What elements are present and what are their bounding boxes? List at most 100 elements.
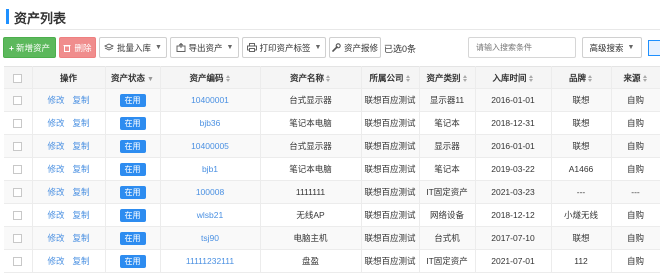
source-cell: ---: [611, 180, 660, 204]
column-header[interactable]: 资产类别: [419, 66, 476, 89]
copy-link[interactable]: 复制: [73, 95, 90, 105]
copy-link[interactable]: 复制: [73, 141, 90, 151]
status-badge: 在用: [119, 116, 146, 130]
add-asset-button[interactable]: + 新增资产: [3, 37, 56, 58]
table-row[interactable]: 修改 复制 在用 bjb36 笔记本电脑 联想百应测试 笔记本 2018-12-3…: [4, 111, 660, 135]
company-cell: 联想百应测试: [361, 249, 420, 273]
source-cell: 自购: [611, 203, 660, 227]
row-checkbox[interactable]: [13, 188, 23, 198]
edit-link[interactable]: 修改: [47, 118, 64, 128]
edit-link[interactable]: 修改: [47, 233, 64, 243]
asset-code-link[interactable]: 11111232111: [186, 256, 234, 266]
edit-link[interactable]: 修改: [47, 256, 64, 266]
column-header[interactable]: 入库时间: [475, 66, 552, 89]
row-checkbox[interactable]: [13, 234, 23, 244]
table-row[interactable]: 修改 复制 在用 10400005 台式显示器 联想百应测试 显示器 2016-0…: [4, 134, 660, 158]
copy-link[interactable]: 复制: [73, 233, 90, 243]
category-cell: IT固定资产: [419, 249, 476, 273]
asset-code-link[interactable]: 10400005: [191, 141, 229, 151]
brand-cell: ---: [551, 180, 612, 204]
chevron-down-icon: ▼: [314, 44, 322, 51]
select-all-cell: [4, 66, 33, 89]
table-row[interactable]: 修改 复制 在用 tsj90 电脑主机 联想百应测试 台式机 2017-07-10…: [4, 226, 660, 250]
page-header: 资产列表: [0, 0, 660, 30]
status-badge: 在用: [119, 185, 146, 199]
company-cell: 联想百应测试: [361, 203, 420, 227]
category-cell: 台式机: [419, 226, 476, 250]
sort-icon[interactable]: [588, 74, 593, 82]
asset-name-cell: 盘盈: [260, 249, 362, 273]
row-checkbox[interactable]: [13, 165, 23, 175]
export-asset-button[interactable]: 导出资产 ▼: [170, 37, 239, 58]
delete-button[interactable]: 删除: [59, 37, 96, 58]
copy-link[interactable]: 复制: [73, 164, 90, 174]
sort-icon[interactable]: [225, 74, 231, 82]
asset-code-link[interactable]: 10400001: [191, 95, 229, 105]
column-header: 操作: [32, 66, 106, 89]
repair-button[interactable]: 资产报修: [329, 37, 381, 58]
asset-code-link[interactable]: bjb36: [200, 118, 221, 128]
sort-icon[interactable]: [642, 74, 648, 82]
asset-name-cell: 笔记本电脑: [260, 111, 362, 135]
copy-link[interactable]: 复制: [73, 210, 90, 220]
asset-code-link[interactable]: bjb1: [202, 164, 218, 174]
print-tag-button[interactable]: 打印资产标签 ▼: [242, 37, 326, 58]
column-header[interactable]: 来源: [611, 66, 660, 89]
row-checkbox[interactable]: [13, 119, 23, 129]
date-cell: 2016-01-01: [475, 88, 552, 112]
edit-link[interactable]: 修改: [47, 210, 64, 220]
company-cell: 联想百应测试: [361, 180, 420, 204]
table-row[interactable]: 修改 复制 在用 100008 1111111 联想百应测试 IT固定资产 202…: [4, 180, 660, 204]
advanced-search-button[interactable]: 高级搜索 ▼: [582, 37, 642, 58]
date-cell: 2018-12-12: [475, 203, 552, 227]
edit-link[interactable]: 修改: [47, 95, 64, 105]
table-header-row: 操作 资产状态 ▼ 资产编码 资产名称 所属公司 资产类别 入库时间 品牌 来源: [4, 66, 660, 89]
sort-icon[interactable]: [462, 74, 468, 82]
column-header[interactable]: 所属公司: [361, 66, 420, 89]
wrench-icon: [332, 43, 341, 52]
search-input[interactable]: [468, 37, 576, 58]
filter-icon[interactable]: ▼: [147, 76, 154, 83]
toolbar: + 新增资产 删除 批量入库 ▼ 导出资产 ▼ 打印资产标签 ▼ 资产报修 已选…: [0, 37, 660, 59]
row-checkbox[interactable]: [13, 211, 23, 221]
asset-code-link[interactable]: 100008: [196, 187, 224, 197]
sort-icon[interactable]: [405, 74, 411, 82]
status-badge: 在用: [119, 208, 146, 222]
select-all-checkbox[interactable]: [13, 73, 23, 83]
printer-icon: [246, 43, 257, 52]
sort-icon[interactable]: [528, 74, 534, 82]
status-badge: 在用: [119, 139, 146, 153]
table-row[interactable]: 修改 复制 在用 11111232111 盘盈 联想百应测试 IT固定资产 202…: [4, 249, 660, 273]
source-cell: 自购: [611, 111, 660, 135]
brand-cell: 112: [551, 249, 612, 273]
copy-link[interactable]: 复制: [73, 187, 90, 197]
copy-link[interactable]: 复制: [73, 256, 90, 266]
row-checkbox[interactable]: [13, 142, 23, 152]
copy-link[interactable]: 复制: [73, 118, 90, 128]
edit-link[interactable]: 修改: [47, 164, 64, 174]
row-checkbox[interactable]: [13, 96, 23, 106]
sort-icon[interactable]: [326, 74, 331, 82]
batch-import-button[interactable]: 批量入库 ▼: [99, 37, 167, 58]
source-cell: 自购: [611, 157, 660, 181]
column-header[interactable]: 资产状态 ▼: [105, 66, 161, 89]
export-icon: [176, 43, 185, 52]
asset-name-cell: 无线AP: [260, 203, 362, 227]
edit-link[interactable]: 修改: [47, 141, 64, 151]
table-row[interactable]: 修改 复制 在用 10400001 台式显示器 联想百应测试 显示器11 2016…: [4, 88, 660, 112]
table-row[interactable]: 修改 复制 在用 bjb1 笔记本电脑 联想百应测试 笔记本 2019-03-22…: [4, 157, 660, 181]
column-header[interactable]: 品牌: [551, 66, 612, 89]
column-header[interactable]: 资产编码: [160, 66, 261, 89]
asset-code-link[interactable]: tsj90: [201, 233, 219, 243]
column-header[interactable]: 资产名称: [260, 66, 362, 89]
column-settings-icon[interactable]: [648, 40, 660, 56]
brand-cell: 联想: [551, 134, 612, 158]
date-cell: 2021-03-23: [475, 180, 552, 204]
row-checkbox[interactable]: [13, 257, 23, 267]
source-cell: 自购: [611, 88, 660, 112]
status-badge: 在用: [119, 231, 146, 245]
table-row[interactable]: 修改 复制 在用 wlsb21 无线AP 联想百应测试 网络设备 2018-12-…: [4, 203, 660, 227]
brand-cell: A1466: [551, 157, 612, 181]
asset-code-link[interactable]: wlsb21: [197, 210, 223, 220]
edit-link[interactable]: 修改: [47, 187, 64, 197]
